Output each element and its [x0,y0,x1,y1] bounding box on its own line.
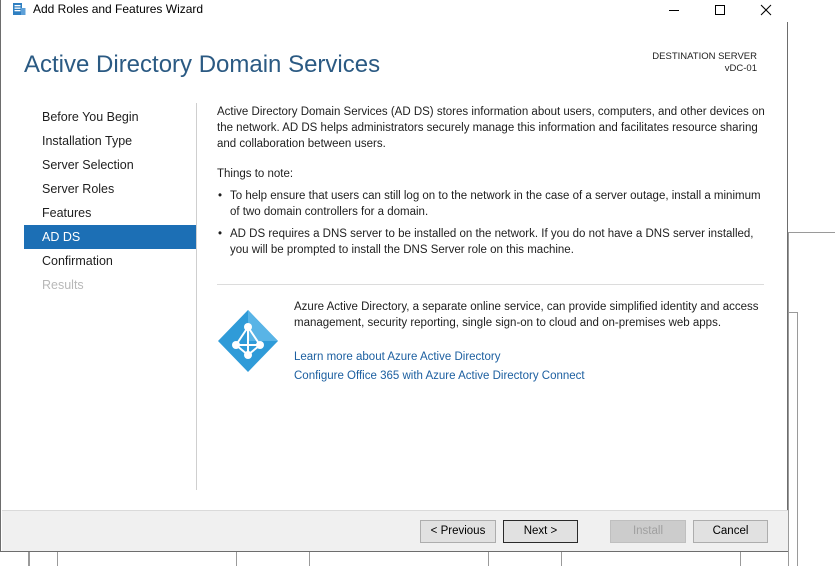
previous-button[interactable]: < Previous [420,520,496,543]
learn-more-azure-link[interactable]: Learn more about Azure Active Directory [294,351,500,363]
window-title: Add Roles and Features Wizard [33,2,204,16]
note-bullet-2: • AD DS requires a DNS server to be inst… [217,226,767,258]
wizard-window: Add Roles and Features Wizard Active Dir… [0,0,789,552]
wizard-nav: Before You Begin Installation Type Serve… [24,105,196,297]
install-button: Install [610,520,686,543]
configure-office365-link[interactable]: Configure Office 365 with Azure Active D… [294,370,585,382]
maximize-icon [715,5,725,15]
section-divider [217,284,764,285]
title-bar[interactable]: Add Roles and Features Wizard [1,0,789,22]
nav-item-results: Results [42,278,84,292]
nav-divider [196,103,197,490]
nav-item-features[interactable]: Features [24,201,196,225]
nav-item-confirmation[interactable]: Confirmation [24,249,196,273]
minimize-icon [669,10,679,11]
note-bullet-1: • To help ensure that users can still lo… [217,188,767,220]
maximize-button[interactable] [697,0,743,22]
note-bullet-2-text: AD DS requires a DNS server to be instal… [230,228,754,256]
nav-item-before-you-begin[interactable]: Before You Begin [24,105,196,129]
close-icon [760,4,772,16]
next-button[interactable]: Next > [503,520,578,543]
cancel-button[interactable]: Cancel [693,520,768,543]
destination-server-name: vDC-01 [724,63,757,74]
bullet-glyph: • [218,228,223,240]
close-button[interactable] [743,0,789,22]
azure-description: Azure Active Directory, a separate onlin… [294,301,759,329]
content-pane: Active Directory Domain Services (AD DS)… [217,104,767,264]
notes-heading: Things to note: [217,168,294,180]
note-bullet-1-text: To help ensure that users can still log … [230,190,761,218]
intro-text: Active Directory Domain Services (AD DS)… [217,106,765,150]
background-panel-fragment [788,312,798,566]
nav-item-ad-ds[interactable]: AD DS [24,225,196,249]
server-manager-icon [13,3,26,15]
azure-active-directory-icon [218,310,278,372]
nav-item-server-roles[interactable]: Server Roles [24,177,196,201]
nav-item-installation-type[interactable]: Installation Type [24,129,196,153]
destination-label: DESTINATION SERVER [652,51,757,62]
minimize-button[interactable] [651,0,697,22]
page-title: Active Directory Domain Services [24,51,381,78]
nav-item-server-selection[interactable]: Server Selection [24,153,196,177]
bullet-glyph: • [218,190,223,202]
destination-server-info: DESTINATION SERVER vDC-01 [652,51,757,75]
